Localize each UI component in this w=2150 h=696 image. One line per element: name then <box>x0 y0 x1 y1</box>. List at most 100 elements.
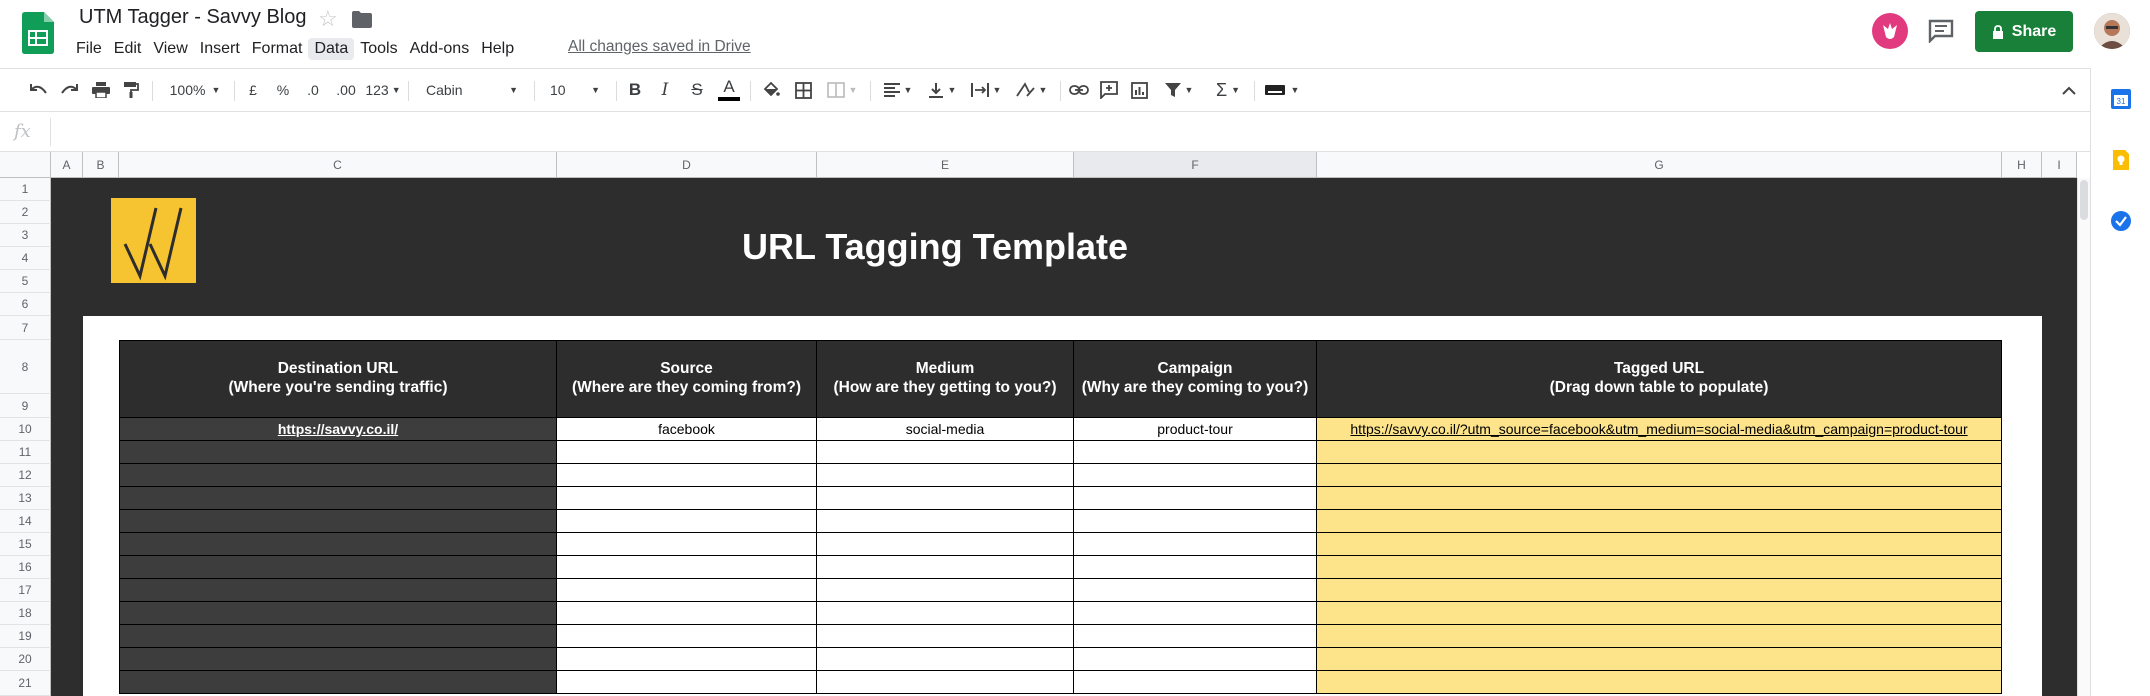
column-header-h[interactable]: H <box>2002 152 2042 178</box>
row-header-18[interactable]: 18 <box>0 602 51 625</box>
scrollbar-thumb[interactable] <box>2080 180 2088 220</box>
cell-destination-url[interactable] <box>119 556 557 579</box>
cell-medium[interactable] <box>817 648 1074 671</box>
row-header-19[interactable]: 19 <box>0 625 51 648</box>
cell-campaign[interactable] <box>1074 556 1317 579</box>
row-header-6[interactable]: 6 <box>0 293 51 316</box>
header-campaign[interactable]: Campaign (Why are they coming to you?) <box>1074 340 1317 418</box>
folder-icon[interactable] <box>352 11 372 28</box>
cell-campaign[interactable] <box>1074 648 1317 671</box>
cell-medium[interactable] <box>817 625 1074 648</box>
horizontal-align-icon[interactable]: ▼ <box>878 69 918 111</box>
menu-edit[interactable]: Edit <box>108 38 148 60</box>
user-avatar[interactable] <box>2094 13 2130 49</box>
menu-format[interactable]: Format <box>246 38 309 60</box>
insert-link-icon[interactable] <box>1066 69 1092 111</box>
cell-tagged-url[interactable] <box>1317 625 2002 648</box>
italic-button[interactable]: I <box>654 69 676 111</box>
star-icon[interactable]: ☆ <box>318 6 338 32</box>
cell-tagged-url[interactable] <box>1317 579 2002 602</box>
input-tools-icon[interactable]: ▼ <box>1260 69 1304 111</box>
tasks-icon[interactable] <box>2110 210 2132 232</box>
row-header-1[interactable]: 1 <box>0 178 51 201</box>
addon-avatar[interactable] <box>1872 13 1908 49</box>
cell-campaign[interactable] <box>1074 441 1317 464</box>
bold-button[interactable]: B <box>624 69 646 111</box>
increase-decimal-button[interactable]: .00 <box>330 69 362 111</box>
column-header-b[interactable]: B <box>83 152 119 178</box>
vertical-align-icon[interactable]: ▼ <box>922 69 962 111</box>
keep-icon[interactable] <box>2110 149 2132 171</box>
text-color-button[interactable]: A <box>716 69 742 111</box>
cell-tagged-url[interactable] <box>1317 464 2002 487</box>
comments-icon[interactable] <box>1928 19 1954 44</box>
fill-color-icon[interactable] <box>758 69 784 111</box>
menu-file[interactable]: File <box>70 38 108 60</box>
cell-campaign[interactable] <box>1074 671 1317 694</box>
cell-source[interactable] <box>557 556 817 579</box>
more-formats-select[interactable]: 123 ▼ <box>364 69 402 111</box>
select-all-corner[interactable] <box>0 152 51 178</box>
cell-campaign[interactable] <box>1074 533 1317 556</box>
cell-tagged-url[interactable] <box>1317 671 2002 694</box>
text-rotation-icon[interactable]: ▼ <box>1010 69 1052 111</box>
cell-medium[interactable] <box>817 602 1074 625</box>
calendar-icon[interactable]: 31 <box>2110 88 2132 110</box>
decrease-decimal-button[interactable]: .0 <box>300 69 326 111</box>
cell-source[interactable] <box>557 648 817 671</box>
menu-tools[interactable]: Tools <box>354 38 403 60</box>
collapse-toolbar-icon[interactable] <box>2056 69 2082 111</box>
cell-campaign[interactable] <box>1074 464 1317 487</box>
font-size-select[interactable]: 10 ▼ <box>540 69 610 111</box>
vertical-scrollbar[interactable] <box>2077 178 2090 696</box>
cell-medium[interactable]: social-media <box>817 418 1074 441</box>
row-header-10[interactable]: 10 <box>0 418 51 441</box>
cell-medium[interactable] <box>817 510 1074 533</box>
cell-source[interactable]: facebook <box>557 418 817 441</box>
column-header-d[interactable]: D <box>557 152 817 178</box>
column-header-c[interactable]: C <box>119 152 557 178</box>
row-header-15[interactable]: 15 <box>0 533 51 556</box>
cell-campaign[interactable] <box>1074 487 1317 510</box>
menu-add-ons[interactable]: Add-ons <box>404 38 476 60</box>
column-header-i[interactable]: I <box>2042 152 2077 178</box>
font-family-select[interactable]: Cabin ▼ <box>416 69 528 111</box>
menu-view[interactable]: View <box>147 38 193 60</box>
cell-medium[interactable] <box>817 464 1074 487</box>
cell-campaign[interactable]: product-tour <box>1074 418 1317 441</box>
cell-destination-url[interactable] <box>119 441 557 464</box>
cell-destination-url[interactable] <box>119 648 557 671</box>
percent-format-button[interactable]: % <box>272 69 294 111</box>
cell-tagged-url[interactable] <box>1317 533 2002 556</box>
strikethrough-button[interactable]: S <box>686 69 708 111</box>
text-wrap-icon[interactable]: ▼ <box>966 69 1006 111</box>
row-header-14[interactable]: 14 <box>0 510 51 533</box>
zoom-select[interactable]: 100% ▼ <box>160 69 230 111</box>
cell-destination-url[interactable]: https://savvy.co.il/ <box>119 418 557 441</box>
cell-source[interactable] <box>557 510 817 533</box>
cell-source[interactable] <box>557 464 817 487</box>
cell-destination-url[interactable] <box>119 487 557 510</box>
cell-medium[interactable] <box>817 487 1074 510</box>
column-header-e[interactable]: E <box>817 152 1074 178</box>
header-destination-url[interactable]: Destination URL (Where you're sending tr… <box>119 340 557 418</box>
cell-medium[interactable] <box>817 671 1074 694</box>
row-header-5[interactable]: 5 <box>0 270 51 293</box>
cell-source[interactable] <box>557 579 817 602</box>
column-header-g[interactable]: G <box>1317 152 2002 178</box>
cell-campaign[interactable] <box>1074 625 1317 648</box>
undo-icon[interactable] <box>26 69 52 111</box>
row-header-21[interactable]: 21 <box>0 671 51 696</box>
row-header-12[interactable]: 12 <box>0 464 51 487</box>
cell-destination-url[interactable] <box>119 533 557 556</box>
cell-source[interactable] <box>557 487 817 510</box>
cell-destination-url[interactable] <box>119 671 557 694</box>
functions-icon[interactable]: Σ ▼ <box>1208 69 1248 111</box>
cell-destination-url[interactable] <box>119 625 557 648</box>
column-header-a[interactable]: A <box>51 152 83 178</box>
cell-source[interactable] <box>557 602 817 625</box>
insert-comment-icon[interactable] <box>1096 69 1122 111</box>
row-header-9[interactable]: 9 <box>0 394 51 418</box>
cell-source[interactable] <box>557 441 817 464</box>
row-header-13[interactable]: 13 <box>0 487 51 510</box>
